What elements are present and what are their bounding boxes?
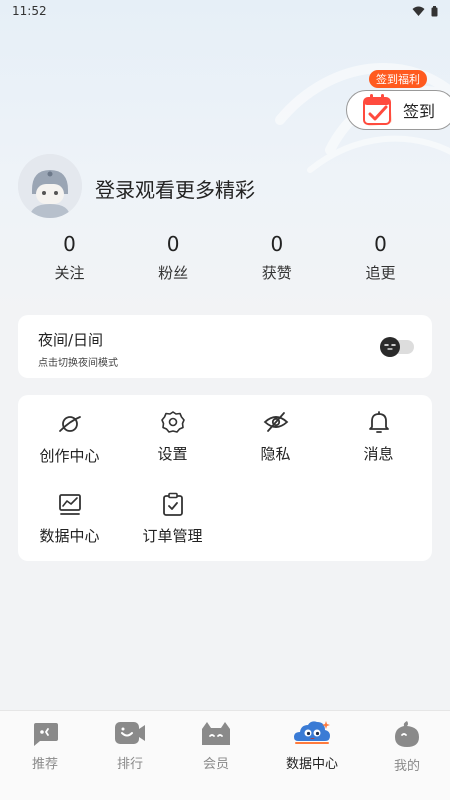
member-icon xyxy=(202,722,230,745)
feature-grid: 创作中心 设置 隐私 消息 数据中心 订单管理 xyxy=(18,395,432,561)
night-mode-toggle[interactable] xyxy=(380,337,414,357)
tab-label: 会员 xyxy=(202,757,229,772)
login-prompt[interactable]: 登录观看更多精彩 xyxy=(95,174,255,203)
tab-label: 排行 xyxy=(116,757,143,772)
menu-item-order-management[interactable]: 订单管理 xyxy=(121,491,224,546)
stat-likes[interactable]: 0 获赞 xyxy=(225,232,328,283)
tab-label: 推荐 xyxy=(31,757,58,772)
stat-label: 追更 xyxy=(365,264,396,282)
battery-icon xyxy=(431,5,438,16)
menu-item-data-center[interactable]: 数据中心 xyxy=(18,491,121,546)
stat-label: 获赞 xyxy=(261,264,292,282)
menu-item-privacy[interactable]: 隐私 xyxy=(224,409,327,464)
checkin-button[interactable]: 签到 xyxy=(346,90,450,130)
status-time: 11:52 xyxy=(12,4,47,18)
night-mode-title: 夜间/日间 xyxy=(38,331,104,349)
sleepy-face-icon xyxy=(380,337,400,357)
recommend-icon xyxy=(34,723,58,746)
data-center-icon xyxy=(294,721,330,744)
menu-item-messages[interactable]: 消息 xyxy=(327,409,430,464)
chart-icon xyxy=(58,494,81,515)
tab-label: 数据中心 xyxy=(285,757,338,772)
tab-member[interactable]: 会员 xyxy=(171,719,261,772)
menu-item-label: 订单管理 xyxy=(142,527,203,545)
stat-value: 0 xyxy=(374,232,387,256)
gear-icon xyxy=(160,411,185,433)
stat-tracking[interactable]: 0 追更 xyxy=(329,232,432,283)
calendar-check-icon xyxy=(363,94,393,127)
stats-row: 0 关注 0 粉丝 0 获赞 0 追更 xyxy=(18,232,432,283)
ranking-icon xyxy=(115,722,145,744)
stat-fans[interactable]: 0 粉丝 xyxy=(122,232,225,283)
stat-label: 关注 xyxy=(54,264,85,282)
menu-item-settings[interactable]: 设置 xyxy=(121,409,224,464)
stat-following[interactable]: 0 关注 xyxy=(18,232,121,283)
menu-item-label: 创作中心 xyxy=(39,447,100,465)
tab-recommend[interactable]: 推荐 xyxy=(0,719,90,772)
menu-item-label: 数据中心 xyxy=(39,527,100,545)
menu-item-label: 设置 xyxy=(157,445,188,463)
status-bar: 11:52 xyxy=(0,0,450,22)
eye-off-icon xyxy=(263,412,288,432)
tab-ranking[interactable]: 排行 xyxy=(85,719,175,772)
bottom-tab-bar: 推荐 排行 会员 数据中心 我的 xyxy=(0,710,450,800)
avatar[interactable] xyxy=(18,154,82,218)
tab-data-center[interactable]: 数据中心 xyxy=(267,719,357,772)
tab-label: 我的 xyxy=(393,759,420,774)
wifi-icon xyxy=(412,6,425,16)
menu-item-creator-center[interactable]: 创作中心 xyxy=(18,411,121,466)
checkin-label: 签到 xyxy=(403,102,436,121)
clipboard-icon xyxy=(162,492,183,516)
stat-value: 0 xyxy=(166,232,180,256)
night-mode-card: 夜间/日间 点击切换夜间模式 xyxy=(18,315,432,378)
stat-value: 0 xyxy=(270,232,284,256)
profile-icon xyxy=(395,721,419,747)
checkin-bonus-badge: 签到福利 xyxy=(369,70,427,88)
stat-label: 粉丝 xyxy=(158,264,189,282)
bell-icon xyxy=(368,411,389,433)
menu-item-label: 消息 xyxy=(363,445,394,463)
default-avatar-icon xyxy=(18,154,82,218)
stat-value: 0 xyxy=(63,232,76,256)
night-mode-subtitle: 点击切换夜间模式 xyxy=(38,358,118,369)
tab-profile[interactable]: 我的 xyxy=(362,719,450,774)
menu-item-label: 隐私 xyxy=(260,445,291,463)
planet-icon xyxy=(58,416,81,432)
